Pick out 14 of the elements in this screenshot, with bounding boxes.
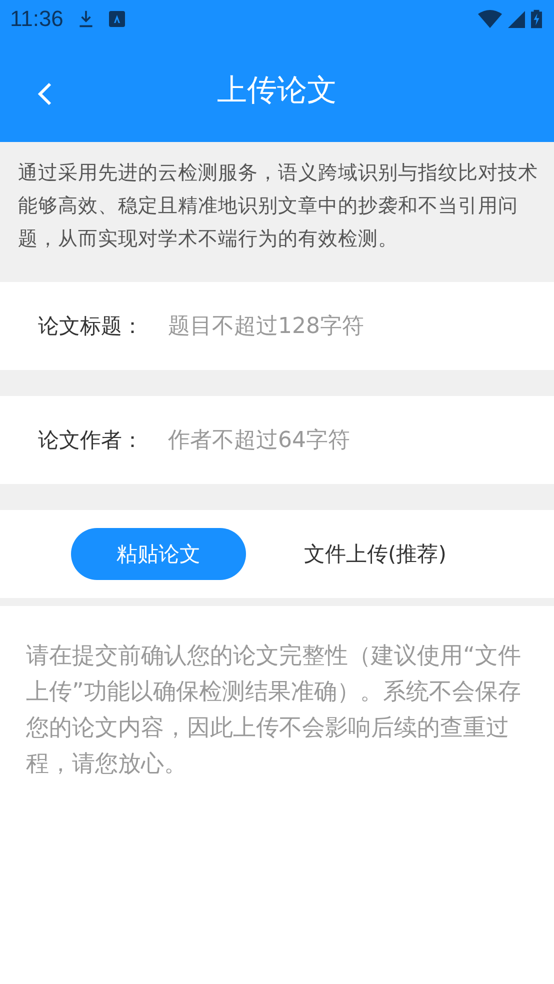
signal-icon [508, 10, 525, 28]
input-field[interactable]: 题目不超过128字符 [168, 314, 508, 338]
field-label: 论文标题： [38, 313, 144, 340]
back-icon [38, 82, 52, 106]
field-label: 论文作者： [38, 427, 144, 454]
app-notification-icon [109, 11, 126, 27]
battery-icon [531, 9, 542, 29]
status-time: 11:36 [10, 6, 64, 32]
page-title: 上传论文 [217, 72, 337, 110]
note-text: 请在提交前确认您的论文完整性（建议使用“文件上传”功能以确保检测结果准确）。系统不会保存您的论文内容，因此上传不会影响后续的查重过程，请您放心。 [0, 606, 554, 984]
download-icon [77, 9, 96, 29]
input-field[interactable]: 作者不超过64字符 [168, 428, 508, 452]
wifi-icon [478, 9, 502, 29]
tab[interactable]: 文件上传(推荐) [284, 528, 466, 580]
